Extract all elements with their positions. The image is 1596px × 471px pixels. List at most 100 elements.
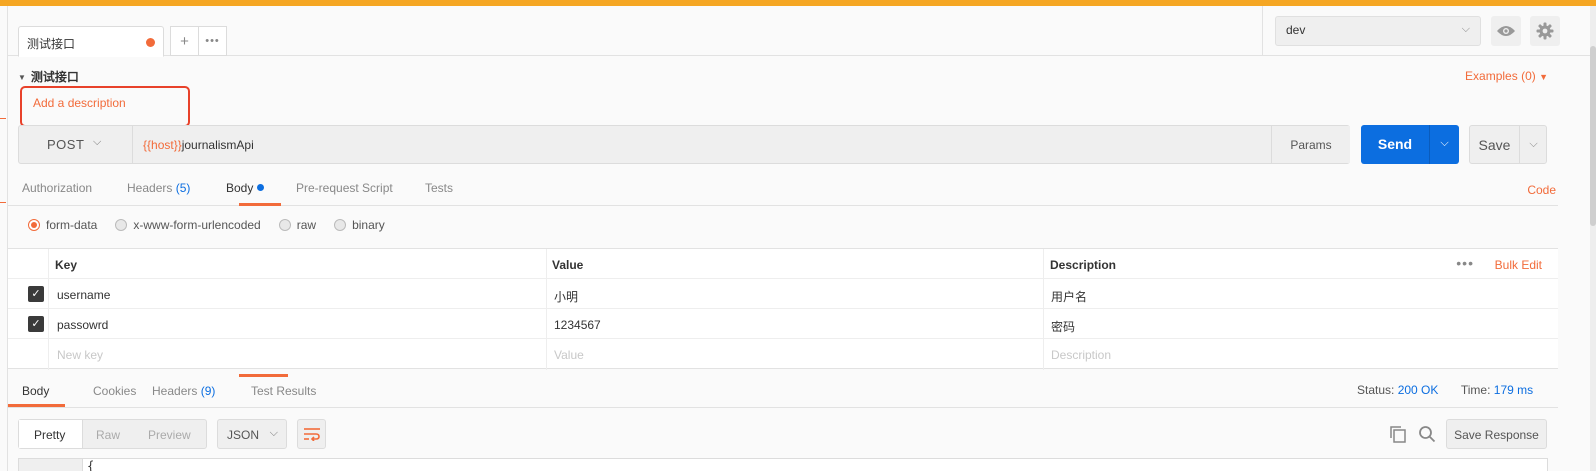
response-body-line: { (87, 459, 95, 471)
plus-icon: + (180, 32, 189, 50)
tab-label: Body (22, 384, 50, 398)
radio-urlencoded[interactable]: x-www-form-urlencoded (115, 218, 261, 232)
tab-label: Tests (425, 181, 454, 195)
radio-binary[interactable]: binary (334, 218, 385, 232)
eye-icon (1497, 26, 1515, 36)
url-path: journalismApi (181, 138, 254, 152)
caret-down-icon: ▼ (1539, 72, 1548, 82)
code-link[interactable]: Code (1527, 183, 1556, 197)
url-variable: {{host}} (143, 138, 182, 152)
tab-response-body[interactable]: Body (22, 384, 49, 398)
method-value: POST (47, 137, 85, 152)
save-button[interactable]: Save (1470, 126, 1519, 163)
quick-look-button[interactable] (1491, 16, 1521, 46)
examples-dropdown[interactable]: Examples (0) ▼ (1465, 69, 1548, 83)
copy-icon[interactable] (1388, 424, 1408, 444)
time-label: Time: (1460, 383, 1491, 397)
add-description-link[interactable]: Add a description (33, 96, 126, 110)
radio-icon (115, 219, 128, 231)
description-field[interactable]: 密码 (1051, 309, 1075, 338)
tab-pre-request-script[interactable]: Pre-request Script (296, 181, 393, 195)
tab-label: Test Results (251, 384, 317, 398)
checkbox-checked-icon[interactable]: ✓ (28, 316, 44, 332)
chevron-down-icon: ⌵ (1440, 137, 1449, 149)
bulk-edit-link[interactable]: Bulk Edit (1495, 258, 1542, 272)
send-button-group: Send ⌵ (1361, 125, 1459, 164)
scrollbar[interactable] (1590, 6, 1596, 471)
wrap-lines-icon (303, 428, 320, 441)
key-field[interactable]: passowrd (57, 309, 108, 338)
preview-button[interactable]: Preview (141, 420, 207, 448)
tab-options-button[interactable]: ••• (198, 26, 227, 56)
column-header-value: Value (552, 258, 584, 272)
radio-label: binary (352, 218, 385, 232)
new-tab-button[interactable]: + (170, 26, 199, 56)
column-header-description: Description (1050, 258, 1117, 272)
tab-tests[interactable]: Tests (425, 181, 453, 195)
radio-label: raw (296, 218, 317, 232)
request-name[interactable]: ▼ 测试接口 (18, 68, 79, 85)
examples-label: Examples (0) (1465, 69, 1536, 83)
column-header-key: Key (55, 258, 78, 272)
tab-cookies[interactable]: Cookies (93, 384, 136, 398)
checkbox-checked-icon[interactable]: ✓ (28, 286, 44, 302)
chevron-down-icon: ⌵ (269, 427, 278, 439)
more-icon[interactable]: ••• (1456, 255, 1474, 271)
active-tab-indicator (8, 404, 65, 407)
tab-response-headers[interactable]: Headers (9) (152, 384, 215, 398)
tab-authorization[interactable]: Authorization (22, 181, 92, 195)
tab-label: Headers (127, 181, 173, 195)
save-options-button[interactable]: ⌵ (1519, 126, 1547, 163)
gear-icon (1536, 22, 1554, 40)
new-key-input[interactable]: New key (57, 339, 103, 369)
save-response-button[interactable]: Save Response (1446, 419, 1547, 449)
tab-test-results[interactable]: Test Results (251, 384, 316, 398)
new-value-input[interactable]: Value (554, 339, 584, 369)
search-icon[interactable] (1417, 424, 1437, 444)
request-tab[interactable]: 测试接口 (18, 26, 164, 57)
radio-form-data[interactable]: form-data (28, 218, 97, 232)
status-value: 200 OK (1397, 383, 1439, 397)
language-select[interactable]: JSON ⌵ (217, 419, 287, 449)
tab-label: Headers (152, 384, 198, 398)
response-body-editor[interactable]: { (18, 458, 1548, 471)
status-label: Status: (1357, 383, 1395, 397)
environment-select[interactable]: dev ⌵ (1275, 16, 1481, 46)
environment-settings-button[interactable] (1530, 16, 1560, 46)
table-header: Key Value Description ••• Bulk Edit (8, 249, 1558, 279)
table-row: ✓ passowrd 1234567 密码 (8, 309, 1558, 339)
new-description-input[interactable]: Description (1051, 339, 1111, 369)
send-button[interactable]: Send (1361, 125, 1429, 164)
language-value: JSON (227, 428, 260, 442)
tab-label: Authorization (22, 181, 93, 195)
sidebar-marker (0, 202, 6, 203)
pretty-button[interactable]: Pretty (19, 420, 83, 448)
method-select[interactable]: POST ⌵ (19, 126, 133, 163)
scrollbar-thumb[interactable] (1590, 46, 1596, 226)
response-tabs: Body Cookies Headers (9) Test Results (8, 376, 1558, 408)
key-field[interactable]: username (57, 279, 110, 308)
tab-headers[interactable]: Headers (5) (127, 181, 190, 195)
line-gutter (19, 459, 83, 471)
body-tab-underline (239, 203, 281, 206)
format-toggle: Pretty Raw Preview (18, 419, 207, 449)
save-button-group: Save ⌵ (1469, 125, 1547, 164)
raw-button[interactable]: Raw (83, 420, 141, 448)
wrap-lines-button[interactable] (297, 419, 326, 449)
value-field[interactable]: 小明 (554, 279, 578, 308)
response-status: Status: 200 OK Time: 179 ms (1357, 383, 1533, 397)
url-input[interactable]: {{host}}journalismApi (143, 138, 254, 152)
request-tab-label: 测试接口 (27, 37, 76, 51)
request-tabs: Authorization Headers (5) Body Pre-reque… (8, 172, 1558, 377)
value-field[interactable]: 1234567 (554, 309, 601, 338)
params-button[interactable]: Params (1271, 126, 1350, 163)
environment-value: dev (1286, 23, 1306, 37)
body-mode-selector: form-data x-www-form-urlencoded raw bina… (28, 218, 403, 232)
description-field[interactable]: 用户名 (1051, 279, 1087, 308)
tab-body[interactable]: Body (226, 181, 265, 195)
tab-count: (5) (175, 181, 191, 195)
radio-label: x-www-form-urlencoded (133, 218, 261, 232)
radio-raw[interactable]: raw (278, 218, 317, 232)
send-options-button[interactable]: ⌵ (1429, 125, 1459, 164)
sidebar-edge (0, 6, 8, 471)
